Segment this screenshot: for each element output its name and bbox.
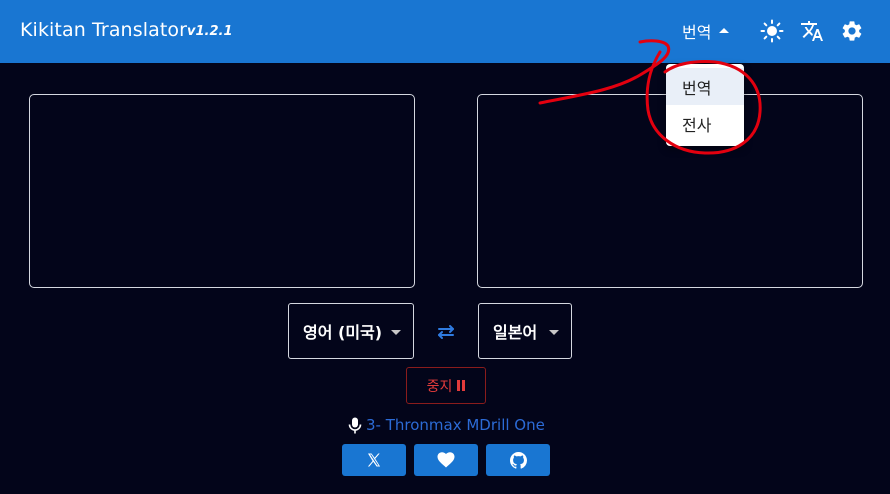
- input-device-label: 3- Thronmax MDrill One: [366, 416, 545, 434]
- chevron-down-icon: [549, 330, 559, 335]
- microphone-icon: [348, 417, 362, 433]
- source-language-label: 영어 (미국): [303, 323, 383, 342]
- mode-option-transcribe[interactable]: 전사: [666, 105, 744, 142]
- caret-up-icon: [719, 27, 730, 33]
- stop-button[interactable]: 중지: [406, 367, 486, 404]
- source-text-area[interactable]: [29, 94, 415, 288]
- mode-menu-button[interactable]: 번역: [674, 14, 736, 48]
- sun-icon[interactable]: [760, 19, 784, 43]
- heart-icon: [437, 452, 455, 468]
- github-icon: [509, 451, 527, 469]
- x-link-button[interactable]: [342, 444, 406, 476]
- chevron-down-icon: [391, 330, 401, 335]
- swap-languages-button[interactable]: [433, 320, 459, 344]
- app-version: v1.2.1: [187, 24, 233, 39]
- source-language-select[interactable]: 영어 (미국): [288, 303, 414, 359]
- x-icon: [367, 453, 381, 467]
- github-link-button[interactable]: [486, 444, 550, 476]
- swap-icon: [438, 325, 454, 339]
- gear-icon[interactable]: [840, 19, 864, 43]
- donate-button[interactable]: [414, 444, 478, 476]
- mode-menu-label: 번역: [682, 23, 712, 42]
- target-language-select[interactable]: 일본어: [478, 303, 572, 359]
- translate-icon[interactable]: [800, 19, 824, 43]
- app-bar: Kikitan Translator v1.2.1 번역: [0, 0, 890, 63]
- input-device[interactable]: 3- Thronmax MDrill One: [348, 415, 545, 435]
- pause-icon: [457, 380, 466, 391]
- target-language-label: 일본어: [493, 323, 538, 342]
- mode-option-translate[interactable]: 번역: [666, 68, 744, 105]
- stop-label: 중지: [426, 378, 453, 395]
- mode-menu: 번역 전사: [666, 64, 744, 146]
- app-title: Kikitan Translator: [20, 19, 188, 41]
